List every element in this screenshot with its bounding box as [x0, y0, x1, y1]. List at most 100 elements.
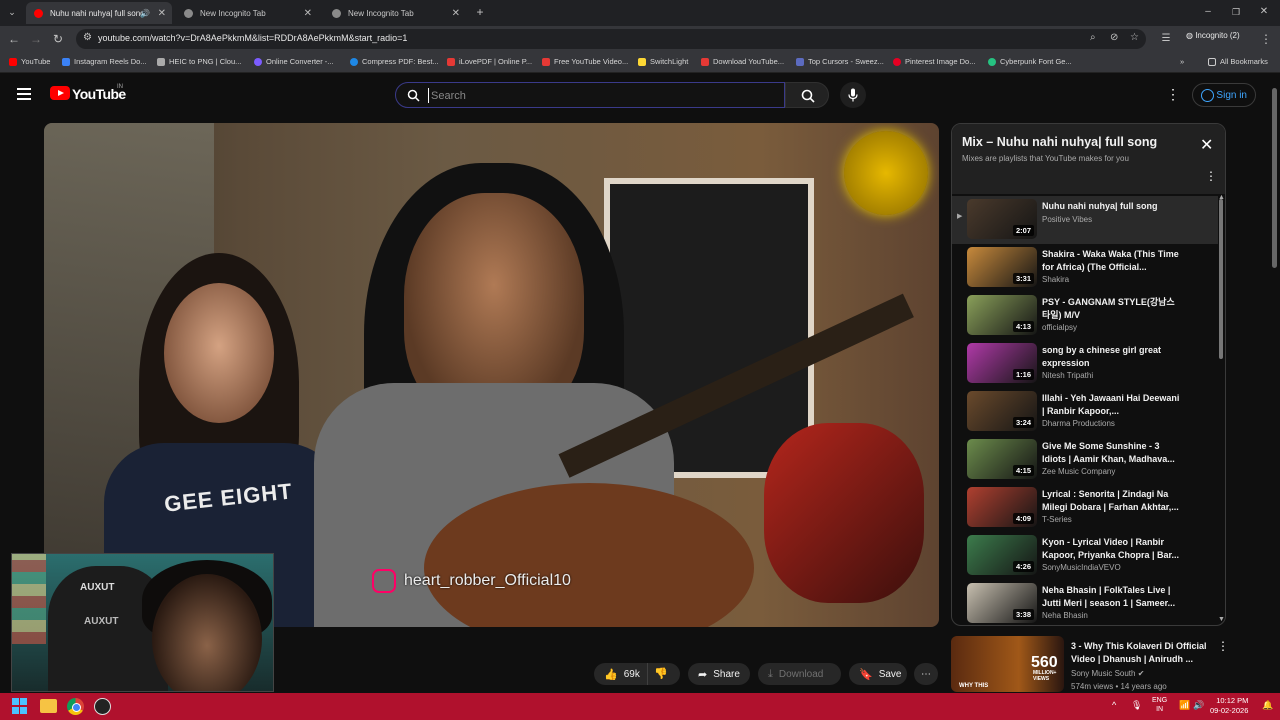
playlist-item-title[interactable]: Shakira - Waka Waka (This Time for Afric…: [1042, 248, 1182, 273]
bookmark-star-icon[interactable]: ☆: [1130, 32, 1139, 43]
bookmark-instagram-reels[interactable]: Instagram Reels Do...: [62, 57, 147, 66]
minimize-icon[interactable]: –: [1200, 4, 1216, 20]
sign-in-button[interactable]: Sign in: [1192, 83, 1256, 107]
restore-icon[interactable]: ❐: [1228, 4, 1244, 20]
youtube-logo-icon[interactable]: [50, 86, 70, 100]
bookmark-cyberpunk-font[interactable]: Cyberpunk Font Ge...: [988, 57, 1072, 66]
page-scrollbar[interactable]: [1272, 88, 1277, 268]
bookmark-ilovepdf[interactable]: iLovePDF | Online P...: [447, 57, 532, 66]
tray-overflow-icon[interactable]: ^: [1112, 700, 1116, 710]
obs-icon[interactable]: [94, 698, 111, 715]
playlist-thumbnail[interactable]: 4:26: [967, 535, 1037, 575]
tracking-off-icon[interactable]: ⊘: [1110, 32, 1118, 43]
browser-menu-icon[interactable]: ⋮: [1258, 31, 1274, 47]
zoom-icon[interactable]: ⌕: [1090, 32, 1096, 43]
dislike-button[interactable]: 👎: [654, 667, 668, 680]
all-bookmarks[interactable]: All Bookmarks: [1208, 57, 1268, 66]
recommended-video[interactable]: 560 MILLION+ VIEWS WHY THIS 3 - Why This…: [951, 636, 1229, 692]
bookmark-youtube[interactable]: YouTube: [9, 57, 50, 66]
bookmark-pinterest[interactable]: Pinterest Image Do...: [893, 57, 975, 66]
bookmarks-overflow-icon[interactable]: »: [1180, 57, 1184, 66]
recommended-thumbnail[interactable]: 560 MILLION+ VIEWS WHY THIS: [951, 636, 1064, 692]
more-actions-button[interactable]: ⋯: [914, 663, 938, 685]
language-indicator[interactable]: ENG IN: [1152, 696, 1167, 714]
close-playlist-icon[interactable]: ✕: [1200, 138, 1213, 154]
playlist-scrollbar[interactable]: [1219, 199, 1223, 359]
microphone-icon[interactable]: 🎙: [1131, 700, 1142, 711]
download-button[interactable]: ⤓ Download: [758, 663, 841, 685]
hamburger-menu-icon[interactable]: [17, 88, 31, 100]
windows-start-icon[interactable]: [12, 698, 29, 715]
playlist-item[interactable]: 4:13 PSY - GANGNAM STYLE(강남스타일) M/V offici…: [952, 292, 1218, 340]
tab-new-incognito-1[interactable]: New Incognito Tab ✕: [176, 2, 318, 24]
site-info-icon[interactable]: ⚙: [83, 32, 92, 43]
clock[interactable]: 10:12 PM 09-02-2026: [1210, 696, 1248, 716]
scroll-down-icon[interactable]: ▼: [1218, 616, 1225, 623]
playlist-thumbnail[interactable]: 4:13: [967, 295, 1037, 335]
incognito-indicator[interactable]: ◍ Incognito (2): [1186, 31, 1240, 40]
playlist-item-title[interactable]: song by a chinese girl great expression: [1042, 344, 1182, 369]
playlist-thumbnail[interactable]: 4:09: [967, 487, 1037, 527]
back-icon[interactable]: ←: [6, 31, 22, 47]
video-player[interactable]: GEE EIGHT heart_robber_Official10: [44, 123, 939, 627]
bookmark-compress-pdf[interactable]: Compress PDF: Best...: [350, 57, 439, 66]
playlist-item-title[interactable]: Nuhu nahi nuhya| full song: [1042, 200, 1182, 213]
search-button[interactable]: [785, 82, 829, 108]
playlist-menu-icon[interactable]: ⋮: [1205, 170, 1217, 182]
playlist-item[interactable]: 4:09 Lyrical : Senorita | Zindagi Na Mile…: [952, 484, 1218, 532]
playlist-item[interactable]: 4:26 Kyon - Lyrical Video | Ranbir Kapoor…: [952, 532, 1218, 580]
tab-manager-icon[interactable]: ☰: [1158, 31, 1174, 47]
share-button[interactable]: ➦ Share: [688, 663, 750, 685]
volume-icon[interactable]: 🔊: [1193, 700, 1204, 711]
close-window-icon[interactable]: ✕: [1256, 4, 1272, 20]
playlist-item-title[interactable]: Illahi - Yeh Jawaani Hai Deewani | Ranbi…: [1042, 392, 1182, 417]
bookmark-heic-to-png[interactable]: HEIC to PNG | Clou...: [157, 57, 241, 66]
playlist-item[interactable]: 3:38 Neha Bhasin | FolkTales Live | Jutti…: [952, 580, 1218, 625]
forward-icon[interactable]: →: [28, 31, 44, 47]
close-tab-icon[interactable]: ✕: [158, 8, 166, 19]
recommended-channel[interactable]: Sony Music South ✔: [1071, 669, 1144, 678]
playlist-item-title[interactable]: Give Me Some Sunshine - 3 Idiots | Aamir…: [1042, 440, 1182, 465]
playlist-thumbnail[interactable]: 2:07: [967, 199, 1037, 239]
chrome-icon[interactable]: [67, 698, 84, 715]
playlist-item-title[interactable]: Lyrical : Senorita | Zindagi Na Milegi D…: [1042, 488, 1182, 513]
bookmark-top-cursors[interactable]: Top Cursors - Sweez...: [796, 57, 884, 66]
new-tab-button[interactable]: +: [472, 4, 488, 20]
tab-new-incognito-2[interactable]: New Incognito Tab ✕: [324, 2, 466, 24]
speaker-icon[interactable]: 🔊: [140, 9, 150, 18]
voice-search-button[interactable]: [840, 82, 866, 108]
like-button[interactable]: 👍 69k: [594, 663, 648, 685]
tab-search-button[interactable]: ⌄: [4, 4, 20, 20]
notification-bell-icon[interactable]: 🔔: [1262, 700, 1273, 711]
playlist-item[interactable]: 3:31 Shakira - Waka Waka (This Time for A…: [952, 244, 1218, 292]
playlist-thumbnail[interactable]: 3:24: [967, 391, 1037, 431]
search-box[interactable]: [395, 82, 785, 108]
save-button[interactable]: 🔖 Save: [849, 663, 907, 685]
recommended-title[interactable]: 3 - Why This Kolaveri Di Official Video …: [1071, 640, 1213, 665]
file-explorer-icon[interactable]: [40, 699, 57, 713]
bookmark-download-youtube[interactable]: Download YouTube...: [701, 57, 784, 66]
tab-nuhu[interactable]: Nuhu nahi nuhya| full song 🔊 ✕: [26, 2, 172, 24]
playlist-item[interactable]: 4:15 Give Me Some Sunshine - 3 Idiots | A…: [952, 436, 1218, 484]
close-tab-icon[interactable]: ✕: [452, 8, 460, 19]
playlist-item[interactable]: ▶ 2:07 Nuhu nahi nuhya| full song Positive …: [952, 196, 1218, 244]
playlist-thumbnail[interactable]: 3:38: [967, 583, 1037, 623]
playlist-item-title[interactable]: PSY - GANGNAM STYLE(강남스타일) M/V: [1042, 296, 1182, 321]
bookmark-switchlight[interactable]: SwitchLight: [638, 57, 688, 66]
playlist-item-title[interactable]: Kyon - Lyrical Video | Ranbir Kapoor, Pr…: [1042, 536, 1182, 561]
recommended-menu-icon[interactable]: ⋮: [1217, 640, 1229, 652]
bookmark-free-youtube-video[interactable]: Free YouTube Video...: [542, 57, 628, 66]
playlist-thumbnail[interactable]: 1:16: [967, 343, 1037, 383]
bookmark-online-converter[interactable]: Online Converter -...: [254, 57, 334, 66]
playlist-thumbnail[interactable]: 4:15: [967, 439, 1037, 479]
address-bar[interactable]: ⚙ youtube.com/watch?v=DrA8AePkkmM&list=R…: [76, 29, 1146, 49]
close-tab-icon[interactable]: ✕: [304, 8, 312, 19]
wifi-icon[interactable]: 📶: [1179, 700, 1190, 711]
search-input[interactable]: [428, 88, 768, 103]
settings-menu-icon[interactable]: ⋮: [1166, 87, 1180, 101]
playlist-item[interactable]: 3:24 Illahi - Yeh Jawaani Hai Deewani | R…: [952, 388, 1218, 436]
playlist-item[interactable]: 1:16 song by a chinese girl great express…: [952, 340, 1218, 388]
playlist-item-title[interactable]: Neha Bhasin | FolkTales Live | Jutti Mer…: [1042, 584, 1182, 609]
playlist-thumbnail[interactable]: 3:31: [967, 247, 1037, 287]
reload-icon[interactable]: ↻: [50, 31, 66, 47]
